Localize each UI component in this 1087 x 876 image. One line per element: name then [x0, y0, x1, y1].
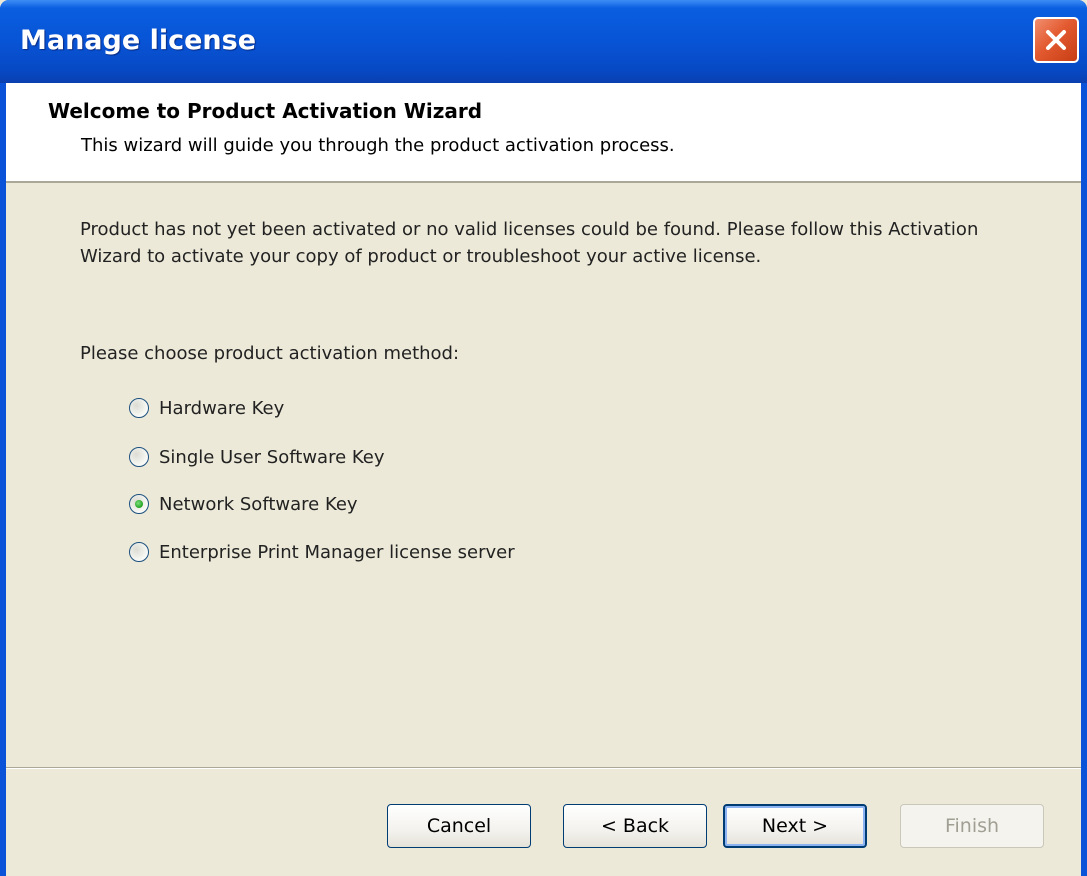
- cancel-button[interactable]: Cancel: [387, 804, 531, 848]
- radio-enterprise-print-manager[interactable]: Enterprise Print Manager license server: [129, 538, 515, 566]
- wizard-subtitle: This wizard will guide you through the p…: [81, 135, 675, 156]
- window-title: Manage license: [20, 25, 256, 56]
- radio-label: Enterprise Print Manager license server: [159, 541, 515, 563]
- radio-button[interactable]: [129, 542, 149, 562]
- button-divider: [6, 767, 1081, 769]
- radio-button-selected[interactable]: [129, 494, 149, 514]
- close-icon: [1046, 30, 1066, 50]
- wizard-header: Welcome to Product Activation Wizard Thi…: [6, 83, 1081, 183]
- radio-single-user-software-key[interactable]: Single User Software Key: [129, 443, 385, 471]
- radio-selected-dot: [135, 500, 143, 508]
- radio-network-software-key[interactable]: Network Software Key: [129, 490, 358, 518]
- radio-label: Hardware Key: [159, 397, 285, 419]
- intro-text: Product has not yet been activated or no…: [80, 219, 979, 267]
- radio-button[interactable]: [129, 398, 149, 418]
- title-bar[interactable]: Manage license: [0, 0, 1087, 83]
- dialog-window: Manage license Welcome to Product Activa…: [0, 0, 1087, 876]
- finish-button: Finish: [900, 804, 1044, 848]
- wizard-title: Welcome to Product Activation Wizard: [48, 99, 483, 123]
- back-button[interactable]: < Back: [563, 804, 707, 848]
- radio-label: Network Software Key: [159, 493, 358, 515]
- radio-button[interactable]: [129, 447, 149, 467]
- dialog-body: Welcome to Product Activation Wizard Thi…: [6, 83, 1081, 876]
- next-button[interactable]: Next >: [723, 804, 867, 848]
- close-button[interactable]: [1033, 17, 1079, 63]
- radio-hardware-key[interactable]: Hardware Key: [129, 394, 284, 422]
- radio-label: Single User Software Key: [159, 446, 385, 468]
- activation-method-label: Please choose product activation method:: [80, 343, 460, 364]
